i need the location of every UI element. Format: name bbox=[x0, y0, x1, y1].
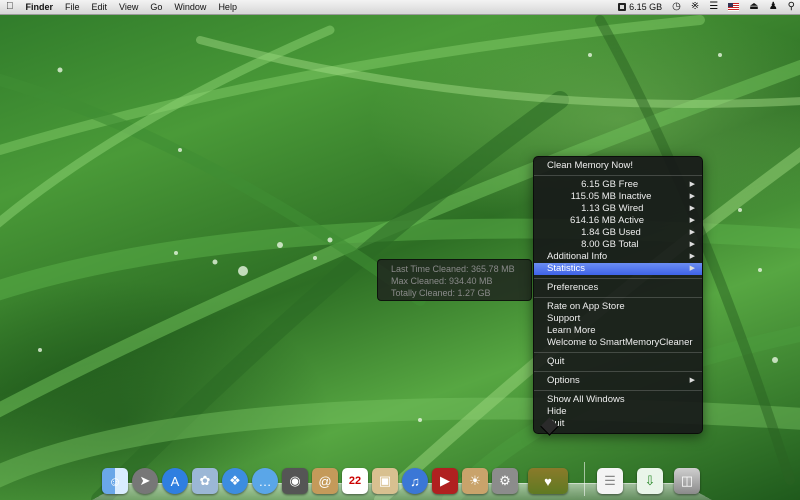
stat-free-item[interactable]: 6.15 GB Free ▶ bbox=[534, 179, 702, 191]
stat-wired-item[interactable]: 1.13 GB Wired ▶ bbox=[534, 203, 702, 215]
menu-window[interactable]: Window bbox=[168, 0, 212, 14]
show-all-windows-item[interactable]: Show All Windows bbox=[534, 394, 702, 406]
welcome-item[interactable]: Welcome to SmartMemoryCleaner bbox=[534, 337, 702, 349]
submenu-arrow-icon: ▶ bbox=[689, 241, 695, 248]
bluetooth-icon[interactable]: ※ bbox=[686, 0, 704, 14]
stat-value: 8.00 GB bbox=[581, 239, 616, 250]
support-item[interactable]: Support bbox=[534, 313, 702, 325]
eject-icon[interactable]: ⏏ bbox=[744, 0, 763, 14]
documents-stack-icon[interactable]: ☰ bbox=[597, 468, 623, 494]
max-cleaned: Max Cleaned: 934.40 MB bbox=[391, 276, 493, 286]
stat-label: Free bbox=[618, 179, 639, 190]
menu-separator bbox=[534, 175, 702, 176]
stat-label: Active bbox=[618, 215, 644, 226]
trash-icon[interactable]: ◫ bbox=[674, 468, 700, 494]
totally-cleaned: Totally Cleaned: 1.27 GB bbox=[391, 288, 491, 298]
stat-label: Used bbox=[618, 227, 641, 238]
facetime-icon[interactable]: ◉ bbox=[282, 468, 308, 494]
submenu-arrow-icon: ▶ bbox=[689, 193, 695, 200]
stat-value: 115.05 MB bbox=[570, 191, 616, 202]
memory-status-item[interactable]: 6.15 GB bbox=[613, 0, 667, 14]
dock-separator bbox=[584, 462, 585, 496]
apple-logo-icon[interactable]:  bbox=[0, 0, 20, 14]
stat-used-item[interactable]: 1.84 GB Used ▶ bbox=[534, 227, 702, 239]
menu-go[interactable]: Go bbox=[144, 0, 168, 14]
submenu-arrow-icon: ▶ bbox=[689, 205, 695, 212]
preview-bird-icon[interactable]: ✿ bbox=[192, 468, 218, 494]
system-preferences-icon[interactable]: ⚙ bbox=[492, 468, 518, 494]
menu-edit[interactable]: Edit bbox=[86, 0, 114, 14]
last-time-cleaned: Last Time Cleaned: 365.78 MB bbox=[391, 264, 515, 274]
menu-bar:  Finder File Edit View Go Window Help 6… bbox=[0, 0, 800, 15]
stat-value: 614.16 MB bbox=[570, 215, 616, 226]
app-store-icon[interactable]: A bbox=[162, 468, 188, 494]
submenu-arrow-icon: ▶ bbox=[689, 377, 695, 384]
quit-app-item[interactable]: Quit bbox=[534, 418, 702, 430]
user-icon[interactable]: ♟ bbox=[764, 0, 783, 14]
iphoto-icon[interactable]: ☀ bbox=[462, 468, 488, 494]
rocket-launchpad-icon[interactable]: ➤ bbox=[132, 468, 158, 494]
status-area: 6.15 GB ◷ ※ ☰ ⏏ ♟ ⚲ bbox=[613, 0, 800, 14]
submenu-arrow-icon: ▶ bbox=[689, 265, 695, 272]
quit-item[interactable]: Quit bbox=[534, 356, 702, 368]
menu-item-label: Statistics bbox=[547, 263, 586, 274]
menu-file[interactable]: File bbox=[59, 0, 86, 14]
menu-separator bbox=[534, 352, 702, 353]
memory-status-text: 6.15 GB bbox=[629, 2, 663, 12]
submenu-arrow-icon: ▶ bbox=[689, 181, 695, 188]
itunes-icon[interactable]: ♫ bbox=[402, 468, 428, 494]
address-book-icon[interactable]: @ bbox=[312, 468, 338, 494]
memory-chip-icon bbox=[618, 3, 627, 11]
stat-total-item[interactable]: 8.00 GB Total ▶ bbox=[534, 239, 702, 251]
menu-separator bbox=[534, 278, 702, 279]
stat-label: Wired bbox=[618, 203, 644, 214]
submenu-arrow-icon: ▶ bbox=[689, 217, 695, 224]
us-flag-icon[interactable] bbox=[723, 0, 744, 14]
stat-value: 1.84 GB bbox=[581, 227, 616, 238]
learn-more-item[interactable]: Learn More bbox=[534, 325, 702, 337]
stat-label: Total bbox=[618, 239, 639, 250]
calendar-icon[interactable]: 22 bbox=[342, 468, 368, 494]
smart-memory-cleaner-icon[interactable]: ♥ bbox=[528, 468, 568, 494]
menu-separator bbox=[534, 371, 702, 372]
additional-info-item[interactable]: Additional Info ▶ bbox=[534, 251, 702, 263]
downloads-stack-icon[interactable]: ⇩ bbox=[637, 468, 663, 494]
menu-view[interactable]: View bbox=[113, 0, 144, 14]
smart-memory-cleaner-menu: Clean Memory Now! 6.15 GB Free ▶ 115.05 … bbox=[533, 156, 703, 434]
menu-separator bbox=[534, 297, 702, 298]
stat-value: 1.13 GB bbox=[581, 203, 616, 214]
options-item[interactable]: Options ▶ bbox=[534, 375, 702, 387]
statistics-item[interactable]: Statistics ▶ bbox=[534, 263, 702, 275]
safari-icon[interactable]: ❖ bbox=[222, 468, 248, 494]
wifi-icon[interactable]: ☰ bbox=[704, 0, 723, 14]
photo-booth-icon[interactable]: ▣ bbox=[372, 468, 398, 494]
rate-app-store-item[interactable]: Rate on App Store bbox=[534, 301, 702, 313]
menu-help[interactable]: Help bbox=[212, 0, 243, 14]
menu-item-label: Options bbox=[547, 375, 580, 386]
menu-item-label: Additional Info bbox=[547, 251, 608, 262]
statistics-submenu: Last Time Cleaned: 365.78 MB Max Cleaned… bbox=[377, 259, 532, 301]
menu-separator bbox=[534, 390, 702, 391]
stat-inactive-item[interactable]: 115.05 MB Inactive ▶ bbox=[534, 191, 702, 203]
menu-finder[interactable]: Finder bbox=[20, 0, 60, 14]
stat-label: Inactive bbox=[618, 191, 652, 202]
stat-value: 6.15 GB bbox=[581, 179, 616, 190]
dvd-player-icon[interactable]: ▶ bbox=[432, 468, 458, 494]
dock: ☺ ➤ A ✿ ❖ … ◉ @ 22 ▣ ♫ ▶ ☀ ⚙ ♥ ☰ ⇩ ◫ bbox=[92, 452, 712, 500]
submenu-arrow-icon: ▶ bbox=[689, 253, 695, 260]
submenu-arrow-icon: ▶ bbox=[689, 229, 695, 236]
time-machine-icon[interactable]: ◷ bbox=[667, 0, 686, 14]
hide-item[interactable]: Hide bbox=[534, 406, 702, 418]
clean-memory-now-item[interactable]: Clean Memory Now! bbox=[534, 160, 702, 172]
spotlight-icon[interactable]: ⚲ bbox=[783, 0, 800, 14]
stat-active-item[interactable]: 614.16 MB Active ▶ bbox=[534, 215, 702, 227]
finder-icon[interactable]: ☺ bbox=[102, 468, 128, 494]
preferences-item[interactable]: Preferences bbox=[534, 282, 702, 294]
ichat-icon[interactable]: … bbox=[252, 468, 278, 494]
